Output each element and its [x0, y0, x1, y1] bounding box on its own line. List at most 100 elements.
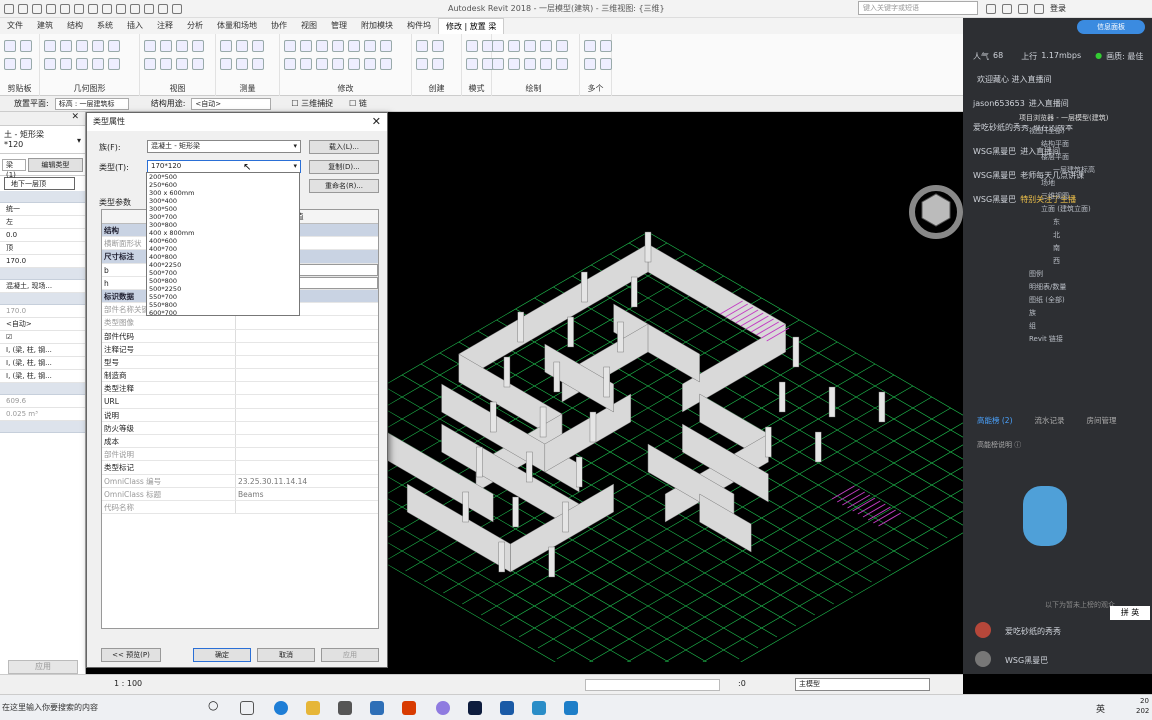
ribbon-tool-icon[interactable] — [236, 58, 248, 70]
ribbon-tool-icon[interactable] — [492, 58, 504, 70]
ribbon-tool-icon[interactable] — [466, 58, 478, 70]
ribbon-tool-icon[interactable] — [220, 58, 232, 70]
user-icon[interactable] — [1034, 3, 1044, 14]
property-value[interactable]: 170.0 — [0, 305, 85, 318]
browser-item[interactable]: 明细表/数量 — [1019, 281, 1149, 294]
search-input[interactable]: 键入关键字或短语 — [858, 1, 978, 15]
tab-8[interactable]: 协作 — [264, 18, 294, 34]
ribbon-tool-icon[interactable] — [60, 40, 72, 52]
browser-item[interactable]: 结构平面 — [1019, 138, 1149, 151]
ribbon-tool-icon[interactable] — [108, 40, 120, 52]
close-hidden-icon[interactable] — [158, 4, 168, 14]
login-link[interactable]: 登录 — [1050, 3, 1066, 14]
browser-item[interactable]: 三维视图 — [1019, 190, 1149, 203]
type-option[interactable]: 300*700 — [147, 213, 299, 221]
design-option-select[interactable]: 主模型 — [795, 678, 930, 691]
input-language[interactable]: 英 — [1096, 702, 1105, 715]
browser-item[interactable]: 场地 — [1019, 177, 1149, 190]
undo-icon[interactable] — [32, 4, 42, 14]
property-value[interactable]: 0.025 m³ — [0, 408, 85, 421]
property-value[interactable]: <自动> — [0, 318, 85, 331]
app-icon[interactable] — [436, 701, 450, 715]
star-icon[interactable] — [1018, 3, 1028, 14]
revit-icon[interactable] — [500, 701, 514, 715]
type-dropdown-list[interactable]: 200*500 250*600 300 x 600mm 300*400 300*500 3… — [146, 172, 300, 316]
family-select[interactable]: 混凝土 - 矩形梁 ▾ — [147, 140, 301, 153]
type-option[interactable]: 550*800 — [147, 301, 299, 309]
tab-3[interactable]: 系统 — [90, 18, 120, 34]
parameter-value[interactable] — [236, 382, 378, 394]
tab-13[interactable]: 修改 | 放置 梁 — [438, 17, 505, 35]
apply-button[interactable]: 应用 — [321, 648, 379, 662]
ribbon-tool-icon[interactable] — [44, 58, 56, 70]
parameter-value[interactable] — [236, 501, 378, 513]
cortana-icon[interactable]: ○ — [208, 698, 218, 712]
ribbon-tool-icon[interactable] — [432, 58, 444, 70]
taskbar-search[interactable]: 在这里输入你要搜索的内容 — [2, 702, 98, 713]
task-view-icon[interactable] — [240, 701, 254, 715]
edge-icon[interactable] — [274, 701, 288, 715]
ribbon-tool-icon[interactable] — [92, 40, 104, 52]
ribbon-tool-icon[interactable] — [252, 58, 264, 70]
browser-item[interactable]: 图纸 (全部) — [1019, 294, 1149, 307]
tab-0[interactable]: 文件 — [0, 18, 30, 34]
ribbon-tool-icon[interactable] — [348, 58, 360, 70]
type-option[interactable]: 300 x 600mm — [147, 189, 299, 197]
ribbon-tool-icon[interactable] — [492, 40, 504, 52]
print-icon[interactable] — [60, 4, 70, 14]
browser-item[interactable]: 图例 — [1019, 268, 1149, 281]
parameter-value[interactable]: 23.25.30.11.14.14 — [236, 475, 378, 487]
parameter-value[interactable] — [236, 409, 378, 421]
browser-item[interactable]: 族 — [1019, 307, 1149, 320]
redo-icon[interactable] — [46, 4, 56, 14]
ribbon-tool-icon[interactable] — [540, 40, 552, 52]
browser-item[interactable]: 立面 (建筑立面) — [1019, 203, 1149, 216]
mail-icon[interactable] — [370, 701, 384, 715]
cancel-button[interactable]: 取消 — [257, 648, 315, 662]
ribbon-tool-icon[interactable] — [524, 58, 536, 70]
type-option[interactable]: 400*600 — [147, 237, 299, 245]
ribbon-tool-icon[interactable] — [540, 58, 552, 70]
tab-10[interactable]: 管理 — [324, 18, 354, 34]
ok-button[interactable]: 确定 — [193, 648, 251, 662]
subscription-icon[interactable] — [1002, 3, 1012, 14]
stream-tab[interactable]: 流水记录 — [1035, 415, 1065, 426]
property-value[interactable]: 统一 — [0, 203, 85, 216]
ribbon-tool-icon[interactable] — [92, 58, 104, 70]
property-value[interactable]: I, (梁, 柱, 钢... — [0, 357, 85, 370]
photoshop-icon[interactable] — [468, 701, 482, 715]
type-option[interactable]: 400*700 — [147, 245, 299, 253]
viewer-item[interactable]: 爱吃砂纸的秀秀 — [975, 622, 1061, 638]
property-value[interactable]: 混凝土, 现场... — [0, 280, 85, 293]
ribbon-tool-icon[interactable] — [284, 58, 296, 70]
type-option[interactable]: 300*800 — [147, 221, 299, 229]
tab-11[interactable]: 附加模块 — [354, 18, 400, 34]
ribbon-tool-icon[interactable] — [416, 58, 428, 70]
parameter-value[interactable] — [236, 343, 378, 355]
ribbon-tool-icon[interactable] — [236, 40, 248, 52]
chat-user[interactable]: WSG黑曼巴 — [973, 195, 1016, 204]
structural-use-select[interactable]: <自动> — [191, 97, 272, 110]
tab-6[interactable]: 分析 — [180, 18, 210, 34]
ribbon-tool-icon[interactable] — [432, 40, 444, 52]
parameter-value[interactable] — [236, 461, 378, 473]
parameter-value[interactable]: Beams — [236, 488, 378, 500]
ribbon-tool-icon[interactable] — [300, 58, 312, 70]
ribbon-tool-icon[interactable] — [380, 58, 392, 70]
ribbon-tool-icon[interactable] — [160, 40, 172, 52]
browser-item[interactable]: 组 — [1019, 320, 1149, 333]
ribbon-tool-icon[interactable] — [316, 40, 328, 52]
type-option[interactable]: 500*800 — [147, 277, 299, 285]
tab-5[interactable]: 注释 — [150, 18, 180, 34]
property-value[interactable]: ☑ — [0, 331, 85, 344]
ribbon-tool-icon[interactable] — [364, 40, 376, 52]
ribbon-tool-icon[interactable] — [76, 40, 88, 52]
type-option[interactable]: 500*2250 — [147, 285, 299, 293]
property-value[interactable]: 0.0 — [0, 229, 85, 242]
ribbon-tool-icon[interactable] — [4, 58, 16, 70]
ime-indicator[interactable]: 拼 英 — [1110, 606, 1150, 620]
ribbon-tool-icon[interactable] — [466, 40, 478, 52]
ribbon-tool-icon[interactable] — [300, 40, 312, 52]
property-value[interactable]: 地下一层顶 — [4, 177, 75, 190]
load-button[interactable]: 载入(L)... — [309, 140, 379, 154]
